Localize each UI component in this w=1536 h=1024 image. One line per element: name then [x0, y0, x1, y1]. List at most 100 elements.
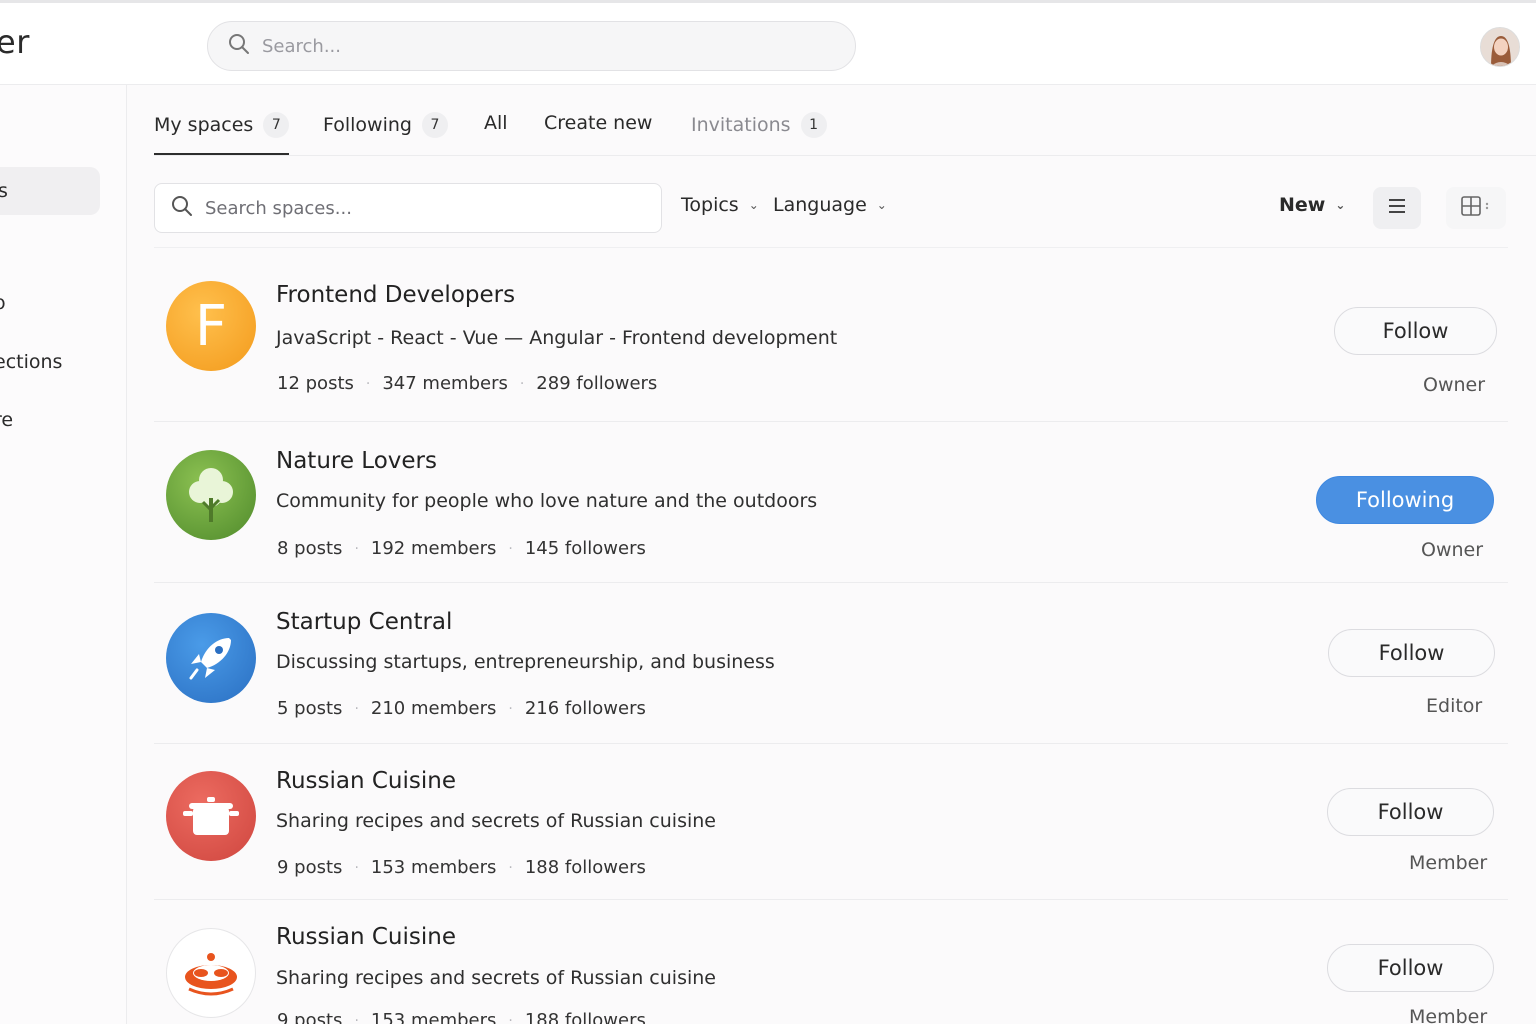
members-count: 347 members — [382, 373, 508, 394]
sidebar-item-collections[interactable]: ections — [0, 351, 62, 373]
separator-dot: · — [508, 700, 513, 717]
space-description: Sharing recipes and secrets of Russian c… — [276, 810, 716, 832]
space-stats: 12 posts · 347 members · 289 followers — [277, 373, 657, 394]
top-bar: er — [0, 0, 1536, 85]
tree-icon — [166, 450, 256, 540]
posts-count: 9 posts — [277, 857, 343, 878]
grid-view-button[interactable] — [1446, 187, 1506, 229]
role-label: Owner — [1421, 539, 1484, 561]
space-title[interactable]: Startup Central — [276, 609, 452, 635]
user-avatar[interactable] — [1480, 27, 1520, 67]
space-stats: 5 posts · 210 members · 216 followers — [277, 698, 646, 719]
tab-count-badge: 7 — [421, 112, 448, 138]
posts-count: 9 posts — [277, 1010, 343, 1024]
tab-label: My spaces — [154, 114, 254, 136]
tab-my-spaces[interactable]: My spaces 7 — [154, 112, 290, 155]
space-description: JavaScript - React - Vue — Angular - Fro… — [276, 327, 838, 349]
space-description: Community for people who love nature and… — [276, 490, 818, 512]
followers-count: 188 followers — [524, 857, 646, 878]
tab-label: All — [484, 112, 508, 134]
following-button[interactable]: Following — [1316, 476, 1494, 524]
frontend-logo-icon: F — [166, 281, 256, 371]
logo-letter: F — [194, 293, 228, 359]
tab-count-badge: 7 — [263, 112, 290, 138]
space-row[interactable]: Russian Cuisine Sharing recipes and secr… — [154, 744, 1508, 900]
global-search-input[interactable] — [262, 35, 764, 57]
topics-dropdown[interactable]: Topics ⌄ — [681, 194, 759, 216]
tab-invitations[interactable]: Invitations 1 — [691, 112, 827, 138]
tab-bar: My spaces 7 Following 7 All Create new I… — [154, 100, 1536, 156]
tab-create-new[interactable]: Create new — [544, 112, 652, 134]
space-description: Discussing startups, entrepreneurship, a… — [276, 651, 775, 673]
space-row[interactable]: Russian Cuisine Sharing recipes and secr… — [154, 900, 1508, 1024]
cuisine-dish-icon — [166, 928, 256, 1018]
language-label: Language — [773, 194, 867, 216]
posts-count: 8 posts — [277, 538, 343, 559]
separator-dot: · — [508, 859, 513, 876]
rocket-icon — [166, 613, 256, 703]
sidebar-item-3[interactable]: o — [0, 292, 6, 314]
sidebar-item-label: o — [0, 292, 6, 314]
space-title[interactable]: Nature Lovers — [276, 448, 437, 474]
role-label: Member — [1409, 1006, 1488, 1024]
tab-count-badge: 1 — [800, 112, 827, 138]
sidebar-item-label: ections — [0, 351, 63, 373]
space-stats: 9 posts · 153 members · 188 followers — [277, 857, 646, 878]
space-search-bar[interactable] — [154, 183, 662, 233]
chevron-down-icon: ⌄ — [876, 198, 887, 212]
posts-count: 5 posts — [277, 698, 343, 719]
cooking-pot-icon — [166, 771, 256, 861]
space-title[interactable]: Russian Cuisine — [276, 924, 456, 950]
grid-icon — [1461, 196, 1491, 220]
space-description: Sharing recipes and secrets of Russian c… — [276, 967, 716, 989]
separator-dot: · — [519, 375, 525, 392]
sidebar: s , o ections re — [0, 85, 127, 1024]
members-count: 153 members — [370, 1010, 497, 1024]
space-row[interactable]: Nature Lovers Community for people who l… — [154, 422, 1508, 583]
role-label: Member — [1409, 852, 1488, 874]
members-count: 210 members — [370, 698, 497, 719]
list-view-button[interactable] — [1373, 187, 1421, 229]
follow-button[interactable]: Follow — [1327, 944, 1494, 992]
global-search-bar[interactable] — [207, 21, 856, 71]
separator-dot: · — [354, 700, 359, 717]
language-dropdown[interactable]: Language ⌄ — [773, 194, 887, 216]
separator-dot: · — [508, 1012, 513, 1024]
members-count: 153 members — [370, 857, 497, 878]
chevron-down-icon: ⌄ — [1335, 198, 1346, 212]
follow-button[interactable]: Follow — [1327, 788, 1494, 836]
role-label: Owner — [1423, 374, 1486, 396]
topics-label: Topics — [681, 194, 739, 216]
separator-dot: · — [354, 859, 359, 876]
tab-label: Invitations — [691, 114, 791, 136]
members-count: 192 members — [370, 538, 497, 559]
sidebar-item-more[interactable]: re — [0, 409, 13, 431]
followers-count: 289 followers — [536, 373, 658, 394]
follow-button[interactable]: Follow — [1334, 307, 1497, 355]
tab-following[interactable]: Following 7 — [323, 112, 448, 138]
space-stats: 8 posts · 192 members · 145 followers — [277, 538, 646, 559]
space-title[interactable]: Frontend Developers — [276, 282, 515, 308]
sort-dropdown[interactable]: New ⌄ — [1279, 194, 1345, 216]
separator-dot: · — [354, 540, 359, 557]
follow-button[interactable]: Follow — [1328, 629, 1495, 677]
space-row[interactable]: Startup Central Discussing startups, ent… — [154, 583, 1508, 744]
search-icon — [171, 195, 193, 221]
search-icon — [228, 33, 250, 59]
posts-count: 12 posts — [277, 373, 354, 394]
chevron-down-icon: ⌄ — [748, 198, 759, 212]
sidebar-item-label: re — [0, 409, 14, 431]
role-label: Editor — [1426, 695, 1483, 717]
app-logo-text[interactable]: er — [0, 23, 30, 61]
space-row[interactable]: F Frontend Developers JavaScript - React… — [154, 248, 1508, 422]
tab-all[interactable]: All — [484, 112, 508, 134]
followers-count: 188 followers — [524, 1010, 646, 1024]
sidebar-item-spaces[interactable]: s — [0, 167, 100, 215]
space-title[interactable]: Russian Cuisine — [276, 768, 456, 794]
followers-count: 216 followers — [524, 698, 646, 719]
space-search-input[interactable] — [205, 197, 597, 219]
separator-dot: · — [354, 1012, 359, 1024]
separator-dot: · — [365, 375, 371, 392]
tab-label: Create new — [544, 112, 653, 134]
sort-label: New — [1279, 194, 1326, 216]
